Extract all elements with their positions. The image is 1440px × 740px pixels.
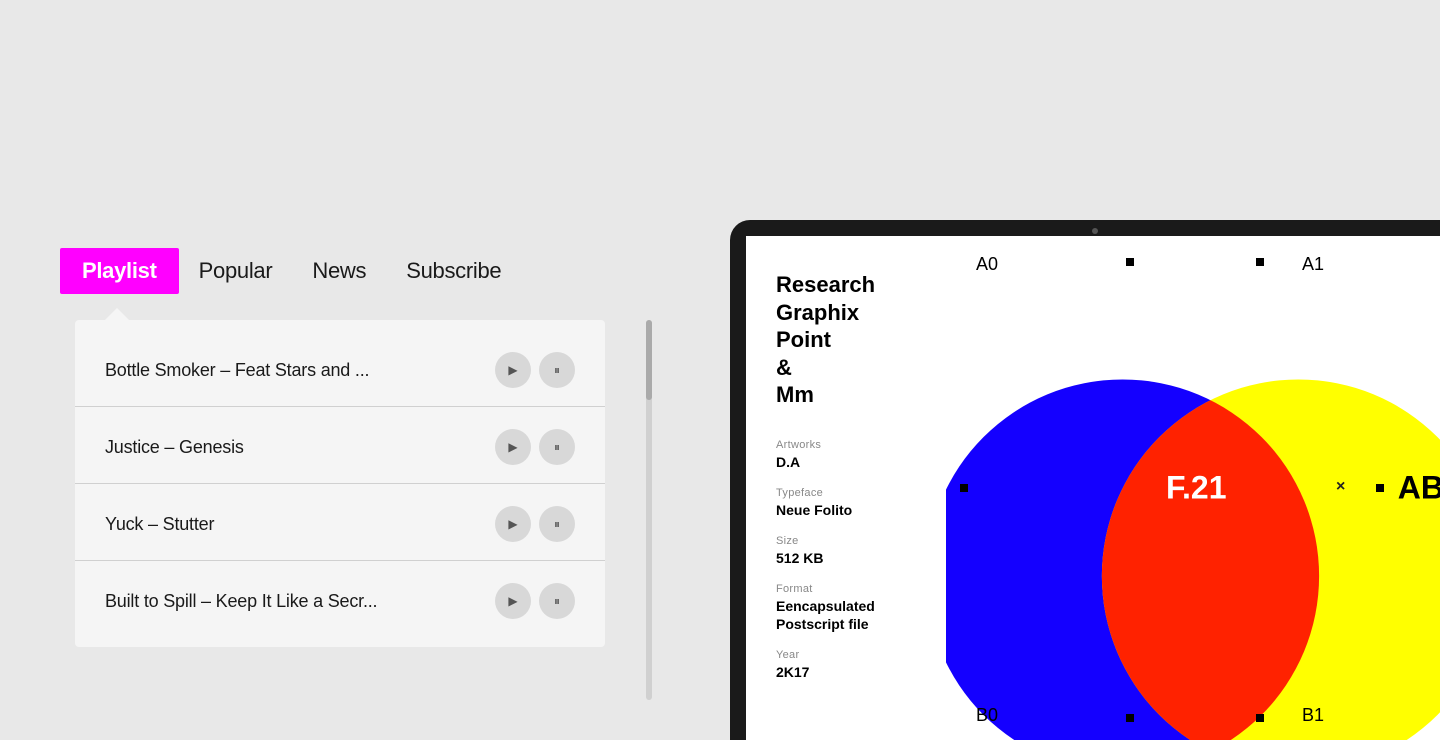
- grid-dot-bot-left: [1126, 714, 1134, 722]
- size-label: Size: [776, 535, 916, 547]
- play-button-3[interactable]: ▶: [495, 506, 531, 542]
- pause-icon-3: ⏸: [554, 517, 560, 532]
- play-button-1[interactable]: ▶: [495, 352, 531, 388]
- tab-subscribe[interactable]: Subscribe: [386, 250, 521, 292]
- venn-x-label: ×: [1336, 478, 1345, 496]
- tab-news[interactable]: News: [292, 250, 386, 292]
- size-row: Size 512 KB: [776, 535, 916, 567]
- format-value: EencapsulatedPostscript file: [776, 597, 916, 633]
- artworks-label: Artworks: [776, 439, 916, 451]
- format-label: Format: [776, 583, 916, 595]
- play-icon-1: ▶: [508, 363, 517, 377]
- typeface-row: Typeface Neue Folito: [776, 487, 916, 519]
- track-controls-1: ▶ ⏸: [495, 352, 575, 388]
- tab-playlist[interactable]: Playlist: [60, 248, 179, 294]
- play-icon-4: ▶: [508, 594, 517, 608]
- track-title-1: Bottle Smoker – Feat Stars and ...: [105, 360, 475, 381]
- col-label-b1: B1: [1302, 705, 1324, 726]
- pause-button-2[interactable]: ⏸: [539, 429, 575, 465]
- play-button-2[interactable]: ▶: [495, 429, 531, 465]
- playlist-card: Bottle Smoker – Feat Stars and ... ▶ ⏸ J…: [75, 320, 605, 647]
- col-label-a1: A1: [1302, 254, 1324, 275]
- left-panel: Playlist Popular News Subscribe Bottle S…: [0, 0, 660, 720]
- pause-button-4[interactable]: ⏸: [539, 583, 575, 619]
- scrollbar-track: [646, 320, 652, 700]
- play-icon-2: ▶: [508, 440, 517, 454]
- pause-button-1[interactable]: ⏸: [539, 352, 575, 388]
- typeface-value: Neue Folito: [776, 501, 916, 519]
- typeface-label: Typeface: [776, 487, 916, 499]
- scrollbar-thumb[interactable]: [646, 320, 652, 400]
- grid-dot-top-left: [1126, 258, 1134, 266]
- list-item: Built to Spill – Keep It Like a Secr... …: [75, 561, 605, 637]
- venn-svg: [946, 276, 1440, 740]
- right-panel: ResearchGraphixPoint&Mm Artworks D.A Typ…: [660, 0, 1440, 720]
- pause-button-3[interactable]: ⏸: [539, 506, 575, 542]
- play-icon-3: ▶: [508, 517, 517, 531]
- venn-diagram-area: A0 A1: [946, 236, 1440, 740]
- track-controls-4: ▶ ⏸: [495, 583, 575, 619]
- year-label: Year: [776, 649, 916, 661]
- nav-tabs: Playlist Popular News Subscribe: [60, 248, 521, 294]
- device-screen: ResearchGraphixPoint&Mm Artworks D.A Typ…: [746, 236, 1440, 740]
- grid-dot-bot-right: [1256, 714, 1264, 722]
- track-title-3: Yuck – Stutter: [105, 514, 475, 535]
- list-item: Justice – Genesis ▶ ⏸: [75, 407, 605, 484]
- list-item: Yuck – Stutter ▶ ⏸: [75, 484, 605, 561]
- track-controls-2: ▶ ⏸: [495, 429, 575, 465]
- artworks-value: D.A: [776, 453, 916, 471]
- pause-icon-4: ⏸: [554, 594, 560, 609]
- grid-dot-top-right: [1256, 258, 1264, 266]
- pause-icon-2: ⏸: [554, 440, 560, 455]
- list-item: Bottle Smoker – Feat Stars and ... ▶ ⏸: [75, 330, 605, 407]
- play-button-4[interactable]: ▶: [495, 583, 531, 619]
- tab-popular[interactable]: Popular: [179, 250, 293, 292]
- year-value: 2K17: [776, 663, 916, 681]
- camera-dot: [1092, 228, 1098, 234]
- scrollbar[interactable]: [646, 320, 652, 700]
- font-info-panel: ResearchGraphixPoint&Mm Artworks D.A Typ…: [746, 236, 946, 740]
- track-title-2: Justice – Genesis: [105, 437, 475, 458]
- size-value: 512 KB: [776, 549, 916, 567]
- track-controls-3: ▶ ⏸: [495, 506, 575, 542]
- col-label-b0: B0: [976, 705, 998, 726]
- font-title: ResearchGraphixPoint&Mm: [776, 271, 916, 409]
- col-label-a0: A0: [976, 254, 998, 275]
- grid-dot-mid-left: [960, 484, 968, 492]
- year-row: Year 2K17: [776, 649, 916, 681]
- grid-dot-mid-right: [1376, 484, 1384, 492]
- pause-icon-1: ⏸: [554, 363, 560, 378]
- track-title-4: Built to Spill – Keep It Like a Secr...: [105, 591, 475, 612]
- venn-center-label: F.21: [1166, 470, 1226, 507]
- artworks-row: Artworks D.A: [776, 439, 916, 471]
- venn-ab-label: AB: [1398, 470, 1440, 507]
- device-frame: ResearchGraphixPoint&Mm Artworks D.A Typ…: [730, 220, 1440, 740]
- format-row: Format EencapsulatedPostscript file: [776, 583, 916, 633]
